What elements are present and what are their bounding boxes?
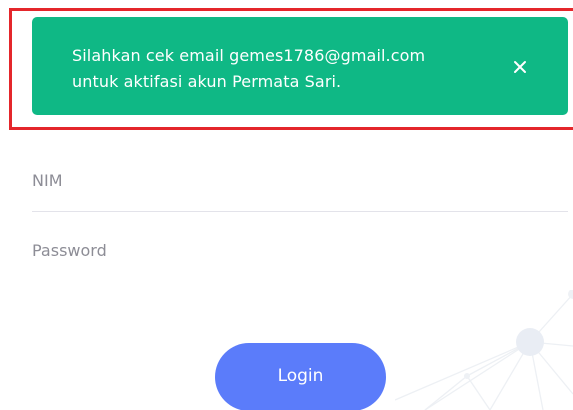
login-button-label: Login: [277, 366, 324, 386]
login-button[interactable]: Login: [215, 343, 386, 410]
highlight-frame: [9, 8, 573, 130]
password-input[interactable]: [32, 234, 568, 266]
network-graphic: [395, 290, 573, 410]
nim-input[interactable]: [32, 164, 568, 196]
login-page: Silahkan cek email gemes1786@gmail.com u…: [0, 0, 573, 410]
password-field-wrapper: [32, 234, 568, 282]
nim-field-wrapper: [32, 164, 568, 212]
